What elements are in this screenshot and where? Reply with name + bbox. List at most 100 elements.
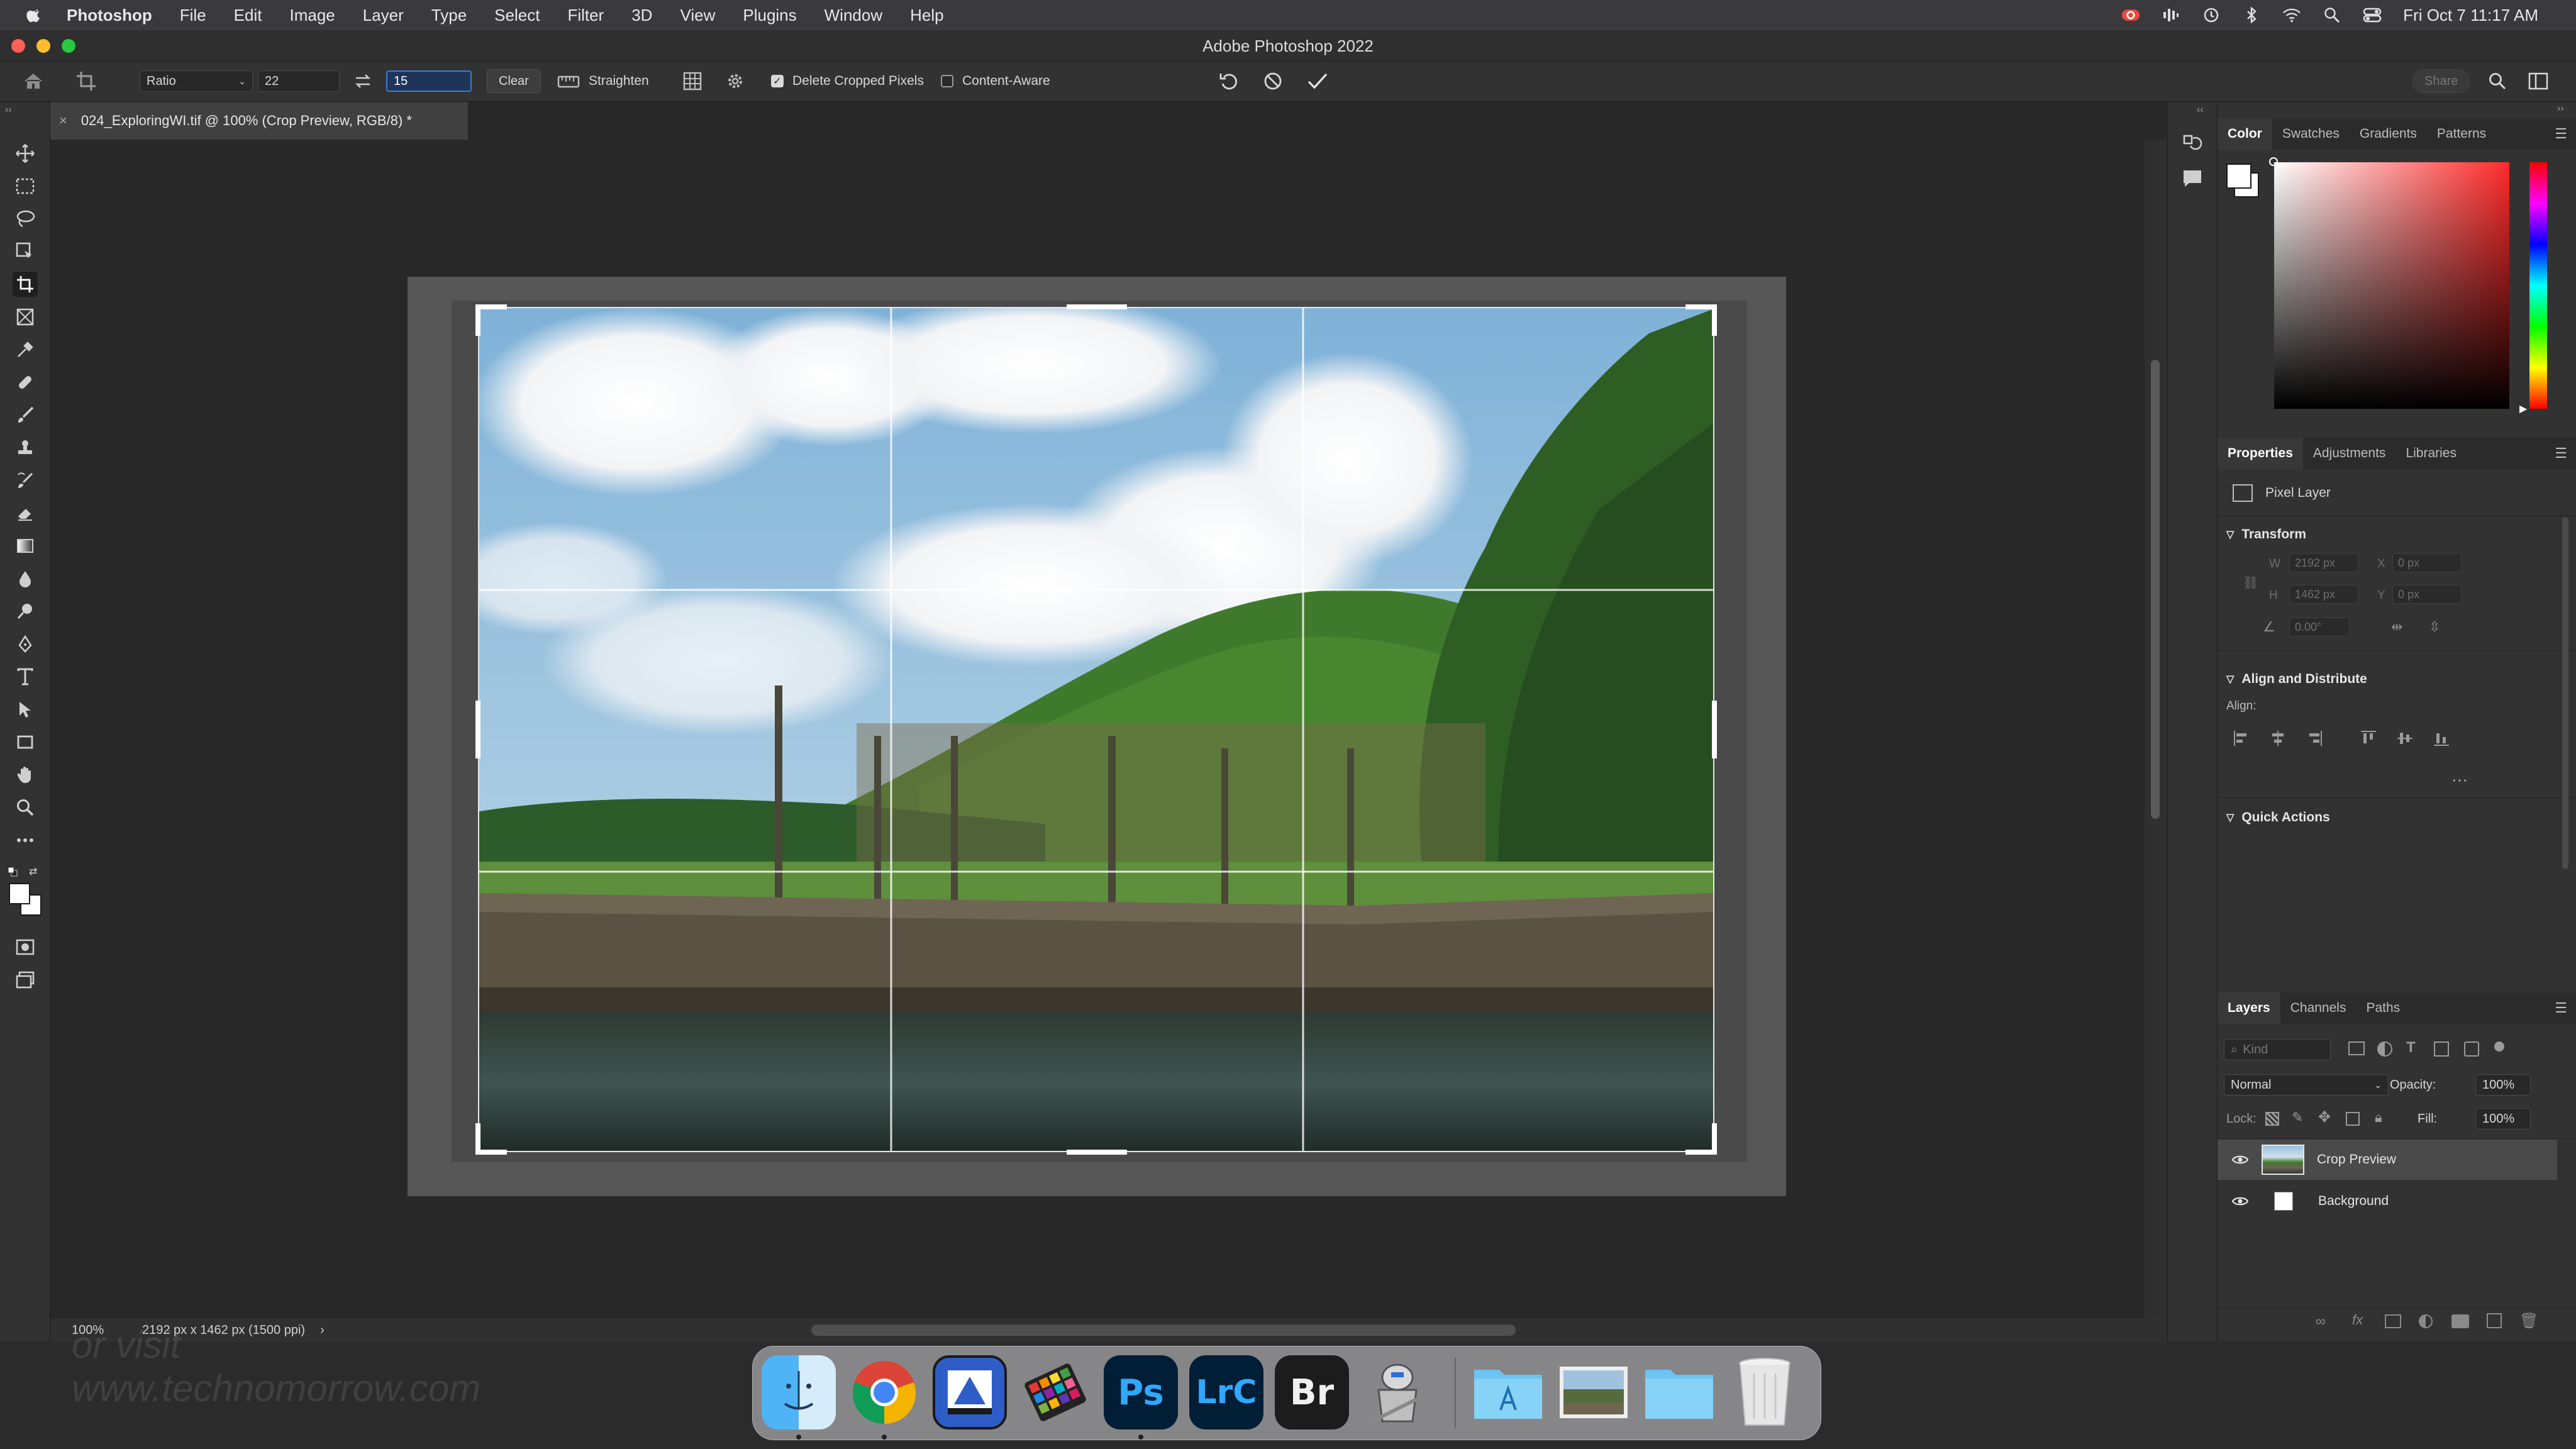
menu-filter[interactable]: Filter [567, 6, 604, 25]
screen-mode-button[interactable] [13, 967, 38, 992]
properties-scrollbar[interactable] [2562, 517, 2568, 869]
search-icon[interactable] [2323, 6, 2341, 24]
align-center-h-icon[interactable] [2269, 730, 2287, 750]
filter-shape-icon[interactable] [2434, 1041, 2449, 1057]
height-field[interactable]: 1462 px [2289, 585, 2358, 604]
color-foreground-swatch[interactable] [2226, 164, 2251, 189]
crop-handle-bottom[interactable] [1067, 1150, 1127, 1155]
y-field[interactable]: 0 px [2392, 585, 2462, 604]
dock-bridge[interactable]: Br [1275, 1355, 1349, 1430]
collapse-panels-icon[interactable]: ›› [2557, 103, 2564, 114]
flip-vertical-icon[interactable]: ⇳ [2429, 619, 2440, 635]
crop-handle-left[interactable] [475, 701, 480, 758]
dock-preview[interactable] [933, 1355, 1007, 1430]
ratio-select[interactable]: Ratio ⌄ [140, 69, 253, 93]
crop-tool[interactable] [13, 272, 38, 297]
lock-position-icon[interactable]: ✥ [2318, 1108, 2331, 1126]
vertical-scrollbar-thumb[interactable] [2151, 360, 2160, 819]
pen-tool[interactable] [13, 631, 38, 657]
dock-photoshop[interactable]: Ps [1104, 1355, 1178, 1430]
crop-handle-right[interactable] [1712, 701, 1717, 758]
hand-tool[interactable] [13, 762, 38, 787]
menu-help[interactable]: Help [910, 6, 943, 25]
history-panel-button[interactable] [2182, 133, 2203, 158]
crop-handle-top[interactable] [1067, 304, 1127, 309]
type-tool[interactable] [13, 664, 38, 689]
hue-slider-handle-icon[interactable]: ▶ [2519, 402, 2527, 415]
lock-artboard-icon[interactable] [2346, 1112, 2360, 1126]
menu-image[interactable]: Image [289, 6, 335, 25]
clock[interactable]: Fri Oct 7 11:17 AM [2403, 6, 2538, 25]
healing-brush-tool[interactable] [13, 370, 38, 395]
cancel-crop-button[interactable] [1263, 69, 1283, 93]
opacity-field[interactable]: 100% [2475, 1074, 2531, 1096]
dock-chrome[interactable] [847, 1355, 921, 1430]
crop-settings-button[interactable] [726, 69, 745, 93]
quick-actions-section[interactable]: ▽ Quick Actions [2226, 810, 2330, 825]
audio-icon[interactable] [2162, 6, 2180, 24]
menu-3d[interactable]: 3D [631, 6, 652, 25]
new-layer-icon[interactable] [2487, 1313, 2502, 1328]
crop-handle-top-right[interactable] [1685, 304, 1717, 336]
gradient-tool[interactable] [13, 533, 38, 558]
delete-cropped-pixels-option[interactable]: ✓ Delete Cropped Pixels [771, 69, 924, 93]
color-picker-marker[interactable] [2269, 157, 2278, 166]
close-tab-icon[interactable]: × [59, 113, 67, 129]
menu-edit[interactable]: Edit [234, 6, 262, 25]
dock-photo-stack[interactable] [1557, 1355, 1631, 1430]
align-bottom-icon[interactable] [2433, 730, 2450, 750]
crop-preview-image[interactable] [478, 307, 1714, 1152]
x-field[interactable]: 0 px [2392, 553, 2462, 572]
more-align-options-icon[interactable]: ··· [2451, 770, 2468, 789]
layer-row-background[interactable]: Background [2218, 1181, 2557, 1221]
angle-field[interactable]: 0.00° [2289, 618, 2350, 636]
swap-colors-icon[interactable]: ⇄ [29, 865, 37, 878]
default-colors-icon[interactable] [8, 867, 18, 877]
menu-type[interactable]: Type [431, 6, 467, 25]
brush-tool[interactable] [13, 402, 38, 428]
eyedropper-tool[interactable] [13, 337, 38, 362]
dock-applications-folder[interactable] [1471, 1355, 1545, 1430]
tab-layers[interactable]: Layers [2218, 992, 2280, 1024]
dock-trash[interactable] [1728, 1355, 1802, 1430]
content-aware-option[interactable]: Content-Aware [941, 69, 1050, 93]
object-selection-tool[interactable] [13, 239, 38, 264]
share-button[interactable]: Share [2412, 69, 2470, 93]
filter-adjustment-icon[interactable] [2377, 1041, 2392, 1057]
collapse-toolbar-icon[interactable]: ›› [5, 104, 12, 116]
clear-button[interactable]: Clear [487, 69, 541, 93]
creative-cloud-icon[interactable] [2121, 6, 2140, 24]
panel-menu-icon[interactable]: ☰ [2555, 126, 2567, 142]
panel-menu-icon[interactable]: ☰ [2555, 445, 2567, 462]
adjustment-layer-icon[interactable] [2419, 1314, 2433, 1328]
crop-height-field[interactable]: 15 [386, 70, 472, 92]
menu-select[interactable]: Select [494, 6, 540, 25]
eraser-tool[interactable] [13, 501, 38, 526]
crop-width-field[interactable]: 22 [258, 70, 340, 92]
align-distribute-section[interactable]: ▽ Align and Distribute [2226, 672, 2367, 687]
layer-name[interactable]: Background [2318, 1194, 2389, 1209]
tab-libraries[interactable]: Libraries [2396, 438, 2467, 469]
lasso-tool[interactable] [13, 206, 38, 231]
color-picker-field[interactable] [2274, 162, 2509, 409]
tab-paths[interactable]: Paths [2356, 992, 2410, 1024]
dock-lightroom-classic[interactable]: LrC [1189, 1355, 1263, 1430]
lock-transparent-icon[interactable] [2265, 1112, 2279, 1126]
path-selection-tool[interactable] [13, 697, 38, 722]
wifi-icon[interactable] [2282, 6, 2301, 24]
panel-menu-icon[interactable]: ☰ [2555, 1000, 2567, 1016]
align-left-icon[interactable] [2233, 730, 2250, 750]
flip-horizontal-icon[interactable]: ⇹ [2391, 619, 2402, 635]
history-icon[interactable] [2202, 6, 2221, 24]
dodge-tool[interactable] [13, 599, 38, 624]
dock-automator[interactable] [1360, 1355, 1435, 1430]
align-top-icon[interactable] [2360, 730, 2377, 750]
horizontal-scrollbar-thumb[interactable] [811, 1324, 1516, 1336]
dock-color-picker[interactable] [1018, 1355, 1092, 1430]
commit-crop-button[interactable] [1307, 69, 1328, 93]
history-brush-tool[interactable] [13, 468, 38, 493]
lock-all-icon[interactable]: 🔒︎ [2375, 1109, 2382, 1126]
document-tab[interactable]: × 024_ExploringWI.tif @ 100% (Crop Previ… [50, 102, 468, 140]
swap-dimensions-button[interactable] [353, 69, 372, 93]
search-button[interactable] [2488, 69, 2507, 93]
